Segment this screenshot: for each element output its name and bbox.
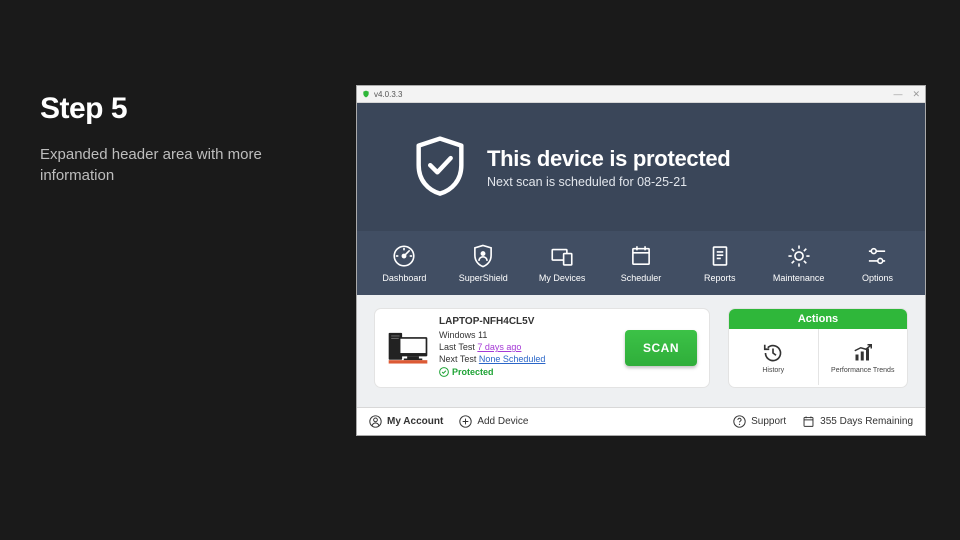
actions-header: Actions bbox=[729, 309, 907, 329]
reports-icon bbox=[707, 243, 733, 269]
action-label: History bbox=[762, 367, 784, 374]
options-icon bbox=[864, 243, 890, 269]
last-test-link[interactable]: 7 days ago bbox=[477, 342, 521, 352]
action-performance-trends[interactable]: Performance Trends bbox=[818, 329, 908, 385]
next-test-label: Next Test bbox=[439, 354, 476, 364]
desktop-monitor-icon bbox=[387, 328, 429, 368]
footer-label: 355 Days Remaining bbox=[820, 416, 913, 427]
footer-add-device[interactable]: Add Device bbox=[459, 415, 528, 428]
nav-maintenance[interactable]: Maintenance bbox=[763, 243, 835, 283]
nav-dashboard[interactable]: Dashboard bbox=[368, 243, 440, 283]
nav-scheduler[interactable]: Scheduler bbox=[605, 243, 677, 283]
nav-reports[interactable]: Reports bbox=[684, 243, 756, 283]
device-card: LAPTOP-NFH4CL5V Windows 11 Last Test 7 d… bbox=[375, 309, 709, 387]
protected-shield-icon bbox=[411, 135, 469, 199]
footer-label: My Account bbox=[387, 416, 443, 427]
scheduler-icon bbox=[628, 243, 654, 269]
history-icon bbox=[761, 341, 785, 365]
action-label: Performance Trends bbox=[831, 367, 894, 374]
nav-label: Maintenance bbox=[773, 273, 825, 283]
hero-title: This device is protected bbox=[487, 146, 730, 172]
nav-supershield[interactable]: SuperShield bbox=[447, 243, 519, 283]
scan-button[interactable]: SCAN bbox=[625, 330, 697, 366]
window-minimize-button[interactable]: — bbox=[893, 89, 902, 100]
hero-banner: This device is protected Next scan is sc… bbox=[357, 103, 925, 231]
devices-icon bbox=[549, 243, 575, 269]
hero-subtitle: Next scan is scheduled for 08-25-21 bbox=[487, 175, 730, 189]
user-icon bbox=[369, 415, 382, 428]
nav-label: Dashboard bbox=[382, 273, 426, 283]
nav-label: Scheduler bbox=[621, 273, 662, 283]
last-test-label: Last Test bbox=[439, 342, 475, 352]
nav-label: My Devices bbox=[539, 273, 586, 283]
window-close-button[interactable]: ✕ bbox=[912, 89, 920, 100]
app-shield-icon bbox=[362, 90, 370, 98]
footer-my-account[interactable]: My Account bbox=[369, 415, 443, 428]
footer-bar: My Account Add Device Support 355 Days R… bbox=[357, 407, 925, 435]
nav-my-devices[interactable]: My Devices bbox=[526, 243, 598, 283]
supershield-icon bbox=[470, 243, 496, 269]
calendar-icon bbox=[802, 415, 815, 428]
trends-icon bbox=[851, 341, 875, 365]
maintenance-icon bbox=[786, 243, 812, 269]
slide-step-description: Expanded header area with more informati… bbox=[40, 144, 320, 186]
nav-label: SuperShield bbox=[459, 273, 508, 283]
main-nav: Dashboard SuperShield My Devices Schedul… bbox=[357, 231, 925, 295]
plus-circle-icon bbox=[459, 415, 472, 428]
action-history[interactable]: History bbox=[729, 329, 818, 385]
next-test-link[interactable]: None Scheduled bbox=[479, 354, 546, 364]
protected-label: Protected bbox=[452, 366, 494, 378]
app-window: v4.0.3.3 — ✕ This device is protected Ne… bbox=[356, 85, 926, 436]
actions-card: Actions History Perf bbox=[729, 309, 907, 387]
footer-support[interactable]: Support bbox=[733, 415, 786, 428]
app-version-label: v4.0.3.3 bbox=[374, 90, 402, 99]
nav-options[interactable]: Options bbox=[841, 243, 913, 283]
nav-label: Reports bbox=[704, 273, 736, 283]
footer-days-remaining[interactable]: 355 Days Remaining bbox=[802, 415, 913, 428]
slide-step-title: Step 5 bbox=[40, 92, 320, 126]
footer-label: Support bbox=[751, 416, 786, 427]
footer-label: Add Device bbox=[477, 416, 528, 427]
nav-label: Options bbox=[862, 273, 893, 283]
device-name: LAPTOP-NFH4CL5V bbox=[439, 315, 615, 329]
device-os: Windows 11 bbox=[439, 329, 615, 341]
help-icon bbox=[733, 415, 746, 428]
window-titlebar: v4.0.3.3 — ✕ bbox=[357, 86, 925, 103]
check-circle-icon bbox=[439, 367, 449, 377]
dashboard-icon bbox=[391, 243, 417, 269]
